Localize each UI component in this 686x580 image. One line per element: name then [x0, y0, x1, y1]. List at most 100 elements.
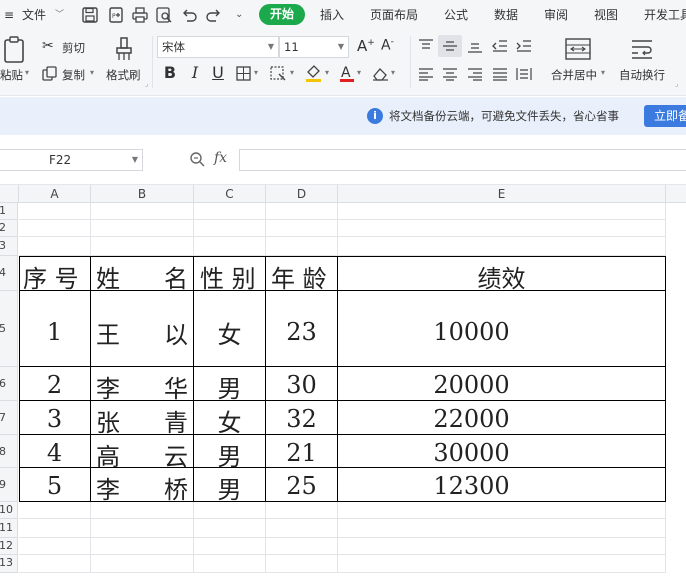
cell-age[interactable]: 32 — [266, 401, 338, 435]
grid-cell[interactable] — [338, 555, 666, 573]
tab-review[interactable]: 审阅 — [544, 0, 568, 30]
grid-cell[interactable] — [19, 220, 91, 237]
align-center-icon[interactable] — [442, 67, 458, 81]
grid-cell[interactable] — [91, 203, 194, 220]
cell-style-icon[interactable] — [270, 66, 287, 81]
row-header-10[interactable]: 10 — [0, 502, 18, 519]
grid-cell[interactable] — [194, 555, 266, 573]
cell-no[interactable]: 3 — [19, 401, 91, 435]
cell-score[interactable]: 10000 — [338, 291, 666, 367]
decrease-indent-icon[interactable] — [492, 39, 508, 53]
grid-cell[interactable] — [338, 519, 666, 538]
grid-cell[interactable] — [194, 519, 266, 538]
font-color-dropdown-icon[interactable]: ▾ — [357, 68, 361, 77]
underline-icon[interactable]: U — [208, 62, 228, 84]
formula-input[interactable] — [239, 149, 686, 171]
grid-cell[interactable] — [338, 220, 666, 237]
cell-score[interactable]: 20000 — [338, 367, 666, 401]
align-left-icon[interactable] — [418, 67, 434, 81]
format-painter-icon[interactable] — [113, 36, 135, 62]
grid-cell[interactable] — [91, 519, 194, 538]
clipboard-group-expand-icon[interactable]: ⌟ — [145, 80, 148, 88]
print-preview-icon[interactable] — [155, 6, 173, 24]
row-header-8[interactable]: 8 — [0, 435, 18, 468]
header-name[interactable]: 姓名 — [91, 256, 194, 293]
cell-age[interactable]: 21 — [266, 435, 338, 468]
row-header-6[interactable]: 6 — [0, 367, 18, 401]
cell-name[interactable]: 李华 — [91, 367, 194, 403]
increase-font-size-icon[interactable]: A+ — [357, 37, 375, 55]
clear-format-dropdown-icon[interactable]: ▾ — [391, 68, 395, 77]
select-all-corner[interactable] — [0, 185, 19, 203]
merge-center-dropdown-icon[interactable]: ▾ — [601, 68, 605, 77]
row-header-11[interactable]: 11 — [0, 519, 18, 538]
grid-cell[interactable] — [91, 220, 194, 237]
cell-gender[interactable]: 女 — [194, 291, 266, 367]
column-header-f[interactable] — [666, 185, 686, 203]
paste-button[interactable]: 粘贴 — [0, 67, 23, 83]
align-middle-button[interactable] — [438, 35, 462, 57]
grid-cell[interactable] — [266, 555, 338, 573]
row-header-2[interactable]: 2 — [0, 220, 18, 237]
grid-cell[interactable] — [338, 502, 666, 519]
tab-insert[interactable]: 插入 — [320, 0, 344, 30]
borders-dropdown-icon[interactable]: ▾ — [254, 68, 258, 77]
column-header-a[interactable]: A — [19, 185, 91, 203]
cell-no[interactable]: 4 — [19, 435, 91, 468]
redo-icon[interactable] — [205, 6, 223, 24]
cell-gender[interactable]: 女 — [194, 401, 266, 437]
tab-page-layout[interactable]: 页面布局 — [370, 0, 418, 30]
cell-age[interactable]: 23 — [266, 291, 338, 367]
wrap-text-icon[interactable] — [630, 38, 654, 60]
grid-cell[interactable] — [91, 237, 194, 256]
fill-color-dropdown-icon[interactable]: ▾ — [325, 68, 329, 77]
file-menu[interactable]: 文件 — [22, 0, 46, 30]
cell-score[interactable]: 30000 — [338, 435, 666, 468]
file-menu-chevron-icon[interactable]: ﹀ — [55, 0, 64, 30]
cell-gender[interactable]: 男 — [194, 367, 266, 403]
cell-name[interactable]: 李桥 — [91, 468, 194, 504]
header-gender[interactable]: 性 别 — [194, 256, 266, 293]
borders-icon[interactable] — [236, 66, 251, 81]
column-header-c[interactable]: C — [194, 185, 266, 203]
grid-cell[interactable] — [266, 519, 338, 538]
grid-cell[interactable] — [266, 502, 338, 519]
cell-name[interactable]: 张青 — [91, 401, 194, 437]
clear-format-icon[interactable] — [372, 66, 389, 81]
cell-score[interactable]: 22000 — [338, 401, 666, 435]
paste-icon[interactable] — [2, 36, 28, 64]
cell-no[interactable]: 5 — [19, 468, 91, 502]
grid-cell[interactable] — [194, 538, 266, 555]
grid-cell[interactable] — [266, 203, 338, 220]
tab-start[interactable]: 开始 — [259, 4, 305, 25]
fx-icon[interactable]: fx — [214, 150, 227, 166]
grid-cell[interactable] — [194, 237, 266, 256]
fill-color-icon[interactable] — [305, 64, 322, 83]
cell-no[interactable]: 2 — [19, 367, 91, 401]
save-icon[interactable] — [81, 6, 99, 24]
grid-cell[interactable] — [91, 502, 194, 519]
undo-icon[interactable] — [180, 6, 198, 24]
row-header-7[interactable]: 7 — [0, 401, 18, 435]
align-bottom-icon[interactable] — [467, 39, 483, 53]
grid-cell[interactable] — [266, 538, 338, 555]
tab-developer[interactable]: 开发工具 — [644, 0, 686, 30]
format-painter-button[interactable]: 格式刷 — [106, 67, 141, 83]
row-header-5[interactable]: 5 — [0, 291, 18, 367]
grid-cell[interactable] — [266, 237, 338, 256]
backup-now-button[interactable]: 立即备份 — [644, 105, 686, 127]
column-header-b[interactable]: B — [91, 185, 194, 203]
distributed-align-icon[interactable] — [516, 67, 532, 81]
column-header-d[interactable]: D — [266, 185, 338, 203]
row-header-3[interactable]: 3 — [0, 237, 18, 256]
font-name-select[interactable]: 宋体 ▼ — [157, 36, 279, 58]
copy-dropdown-icon[interactable]: ▾ — [90, 68, 94, 77]
print-icon[interactable] — [131, 6, 149, 24]
header-age[interactable]: 年 龄 — [266, 256, 338, 293]
name-box[interactable]: F22 ▼ — [0, 149, 143, 171]
cell-age[interactable]: 25 — [266, 468, 338, 502]
alignment-group-expand-icon[interactable]: ⌟ — [675, 80, 678, 88]
merge-center-icon[interactable] — [565, 38, 591, 60]
header-score[interactable]: 绩效 — [338, 256, 666, 293]
grid-cell[interactable] — [194, 220, 266, 237]
